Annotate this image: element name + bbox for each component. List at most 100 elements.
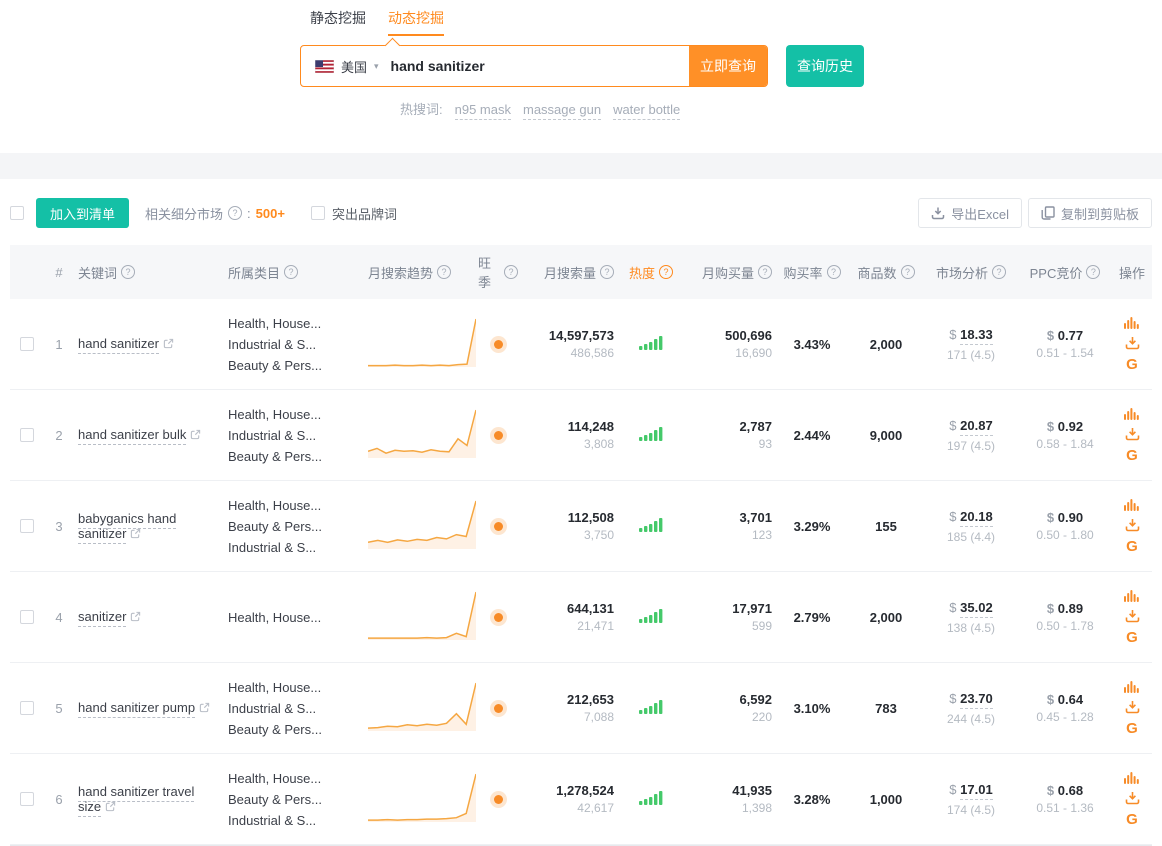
download-action-icon[interactable] [1125,700,1140,714]
google-trends-icon[interactable]: G [1126,630,1138,645]
copy-to-clipboard-button[interactable]: 复制到剪贴板 [1028,198,1152,228]
row-checkbox[interactable] [20,337,34,351]
monthly-purchases-cell: 3,701123 [684,509,776,544]
hot-word-link[interactable]: n95 mask [455,102,511,120]
select-all-checkbox[interactable] [10,206,24,220]
help-icon[interactable]: ? [901,265,915,279]
google-trends-icon[interactable]: G [1126,539,1138,554]
download-action-icon[interactable] [1125,609,1140,623]
monthly-searches-prev: 3,808 [526,436,614,453]
external-link-icon[interactable] [130,610,141,625]
related-market-info: 相关细分市场 ? : 500+ [145,204,285,223]
help-icon[interactable]: ? [1086,265,1100,279]
category-item: Industrial & S... [228,334,360,355]
download-action-icon[interactable] [1125,427,1140,441]
trend-chart-action-icon[interactable] [1124,407,1140,420]
help-icon[interactable]: ? [284,265,298,279]
heat-cell [618,608,684,626]
highlight-brand-option[interactable]: 突出品牌词 [311,204,397,223]
tab-static-mining[interactable]: 静态挖掘 [310,8,366,36]
google-trends-icon[interactable]: G [1126,721,1138,736]
help-icon[interactable]: ? [659,265,673,279]
trend-chart-action-icon[interactable] [1124,771,1140,784]
season-dot-icon [494,704,503,713]
market-analysis-cell: $ 35.02138 (4.5) [924,598,1018,637]
help-icon[interactable]: ? [600,265,614,279]
column-header-label: PPC竞价 [1030,263,1083,282]
keyword-link[interactable]: hand sanitizer bulk [78,427,186,445]
trend-chart-action-icon[interactable] [1124,680,1140,693]
external-link-icon[interactable] [163,337,174,352]
export-excel-button[interactable]: 导出Excel [918,198,1022,228]
column-header-3: 月搜索趋势? [364,263,474,282]
actions-cell: G [1112,589,1152,645]
season-cell [474,613,522,622]
help-icon[interactable]: ? [992,265,1006,279]
column-header-label: 月搜索量 [544,263,596,282]
row-checkbox[interactable] [20,519,34,533]
keyword-link[interactable]: hand sanitizer [78,336,159,354]
help-icon[interactable]: ? [504,265,518,279]
search-row: 美国 ▾ 立即查询 查询历史 [300,45,1162,87]
monthly-purchases-prev: 16,690 [688,345,772,362]
google-trends-icon[interactable]: G [1126,448,1138,463]
search-input[interactable] [391,46,689,86]
row-checkbox[interactable] [20,428,34,442]
help-icon[interactable]: ? [121,265,135,279]
market-detail: 174 (4.5) [928,802,1014,819]
help-icon[interactable]: ? [758,265,772,279]
google-trends-icon[interactable]: G [1126,812,1138,827]
monthly-searches-prev: 42,617 [526,800,614,817]
row-checkbox[interactable] [20,701,34,715]
external-link-icon[interactable] [199,701,210,716]
market-price[interactable]: 20.87 [960,418,993,436]
help-icon[interactable]: ? [437,265,451,279]
category-item: Health, House... [228,677,360,698]
table-row: 5hand sanitizer pumpHealth, House...Indu… [10,663,1152,754]
keyword-link[interactable]: hand sanitizer travel size [78,784,194,817]
row-checkbox[interactable] [20,610,34,624]
hot-word-link[interactable]: massage gun [523,102,601,120]
monthly-purchases-cell: 500,69616,690 [684,327,776,362]
trend-chart-action-icon[interactable] [1124,498,1140,511]
keyword-link[interactable]: hand sanitizer pump [78,700,195,718]
help-icon[interactable]: ? [228,206,242,220]
external-link-icon[interactable] [190,428,201,443]
market-price[interactable]: 20.18 [960,509,993,527]
table-row: 4sanitizerHealth, House...644,13121,4711… [10,572,1152,663]
column-header-label: 月搜索趋势 [368,263,433,282]
help-icon[interactable]: ? [827,265,841,279]
keyword-link[interactable]: babyganics hand sanitizer [78,511,176,544]
download-action-icon[interactable] [1125,791,1140,805]
trend-chart-action-icon[interactable] [1124,316,1140,329]
market-price[interactable]: 23.70 [960,691,993,709]
table-header: #关键词?所属类目?月搜索趋势?旺季?月搜索量?热度?月购买量?购买率?商品数?… [10,245,1152,299]
trend-cell [364,405,474,466]
ppc-bid-value: 0.64 [1058,692,1083,707]
external-link-icon[interactable] [130,527,141,542]
keyword-link[interactable]: sanitizer [78,609,126,627]
add-to-list-button[interactable]: 加入到清单 [36,198,129,228]
search-submit-button[interactable]: 立即查询 [689,46,767,86]
download-action-icon[interactable] [1125,518,1140,532]
market-price[interactable]: 18.33 [960,327,993,345]
season-dot-icon [494,522,503,531]
market-detail: 185 (4.4) [928,529,1014,546]
trend-sparkline-svg [368,587,476,645]
market-price[interactable]: 17.01 [960,782,993,800]
hot-word-link[interactable]: water bottle [613,102,680,120]
search-history-button[interactable]: 查询历史 [786,45,864,87]
download-action-icon[interactable] [1125,336,1140,350]
row-checkbox[interactable] [20,792,34,806]
trend-chart-action-icon[interactable] [1124,589,1140,602]
tab-dynamic-mining[interactable]: 动态挖掘 [388,8,444,36]
keyword-cell: babyganics hand sanitizer [74,511,224,542]
country-selector[interactable]: 美国 ▾ [301,46,391,86]
market-price[interactable]: 35.02 [960,600,993,618]
row-index: 6 [44,792,74,807]
ppc-bid-range: 0.50 - 1.80 [1022,527,1108,544]
external-link-icon[interactable] [105,800,116,815]
highlight-brand-checkbox[interactable] [311,206,325,220]
google-trends-icon[interactable]: G [1126,357,1138,372]
column-header-12: 操作 [1112,263,1152,282]
